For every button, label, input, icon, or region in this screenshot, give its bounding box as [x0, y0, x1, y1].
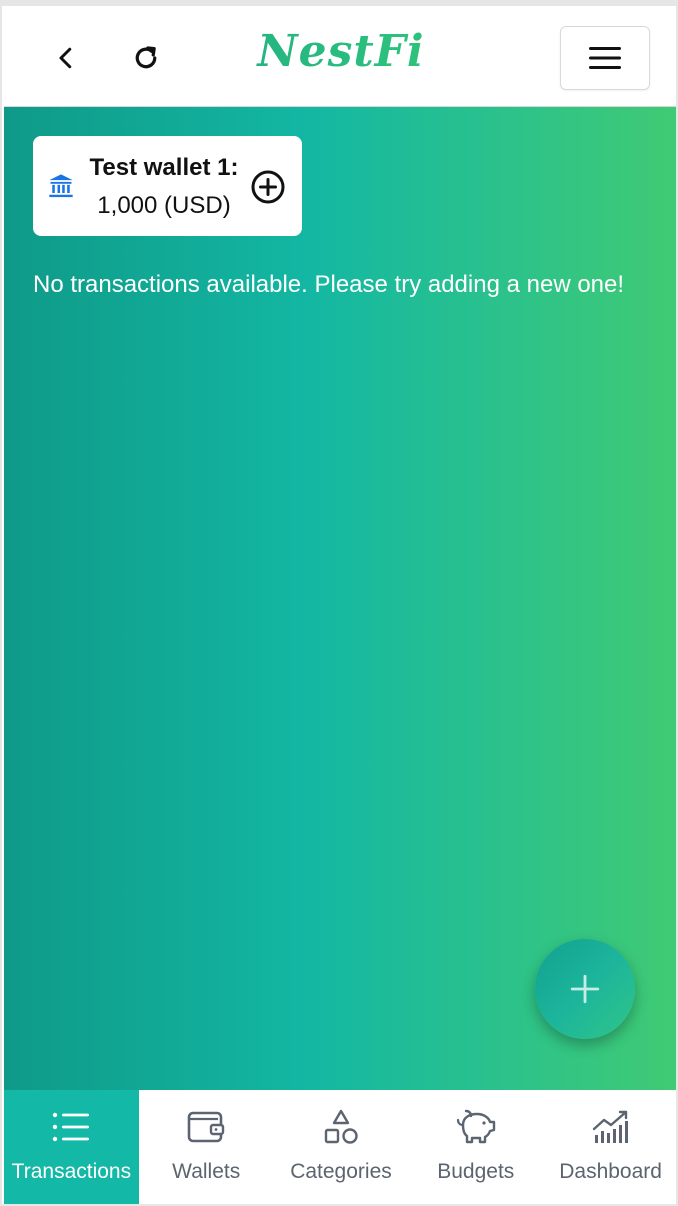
nav-label-wallets: Wallets	[172, 1160, 241, 1183]
nav-item-dashboard[interactable]: Dashboard	[543, 1090, 676, 1204]
chart-icon	[592, 1110, 628, 1143]
shapes-icon	[324, 1109, 358, 1144]
transactions-view: Test wallet 1: 1,000 (USD) No transactio…	[4, 107, 676, 1090]
bottom-nav: Transactions Wallets Categories Budgets …	[4, 1090, 676, 1204]
wallet-icon	[187, 1111, 225, 1143]
top-header: NestFi	[4, 12, 676, 107]
add-transaction-button[interactable]	[535, 939, 635, 1039]
empty-transactions-message: No transactions available. Please try ad…	[33, 271, 625, 298]
plus-circle-icon[interactable]	[250, 169, 286, 205]
nav-label-budgets: Budgets	[437, 1160, 515, 1183]
nav-item-transactions[interactable]: Transactions	[4, 1090, 139, 1204]
wallet-card[interactable]: Test wallet 1: 1,000 (USD)	[33, 136, 302, 236]
nav-item-wallets[interactable]: Wallets	[139, 1090, 274, 1204]
nav-item-categories[interactable]: Categories	[274, 1090, 409, 1204]
hamburger-menu-icon	[589, 47, 621, 69]
wallet-name: Test wallet 1:	[89, 154, 239, 181]
menu-button[interactable]	[560, 26, 650, 90]
app-frame: NestFi Test wallet 1: 1,000 (USD) No tra…	[0, 0, 678, 1206]
piggy-bank-icon	[456, 1109, 495, 1144]
nav-label-dashboard: Dashboard	[559, 1160, 662, 1183]
bank-icon	[49, 174, 73, 198]
nav-label-transactions: Transactions	[11, 1160, 132, 1183]
wallet-balance: 1,000 (USD)	[97, 192, 231, 219]
plus-icon	[570, 974, 600, 1004]
nav-item-budgets[interactable]: Budgets	[408, 1090, 543, 1204]
list-icon	[53, 1112, 90, 1142]
nav-label-categories: Categories	[290, 1160, 392, 1183]
